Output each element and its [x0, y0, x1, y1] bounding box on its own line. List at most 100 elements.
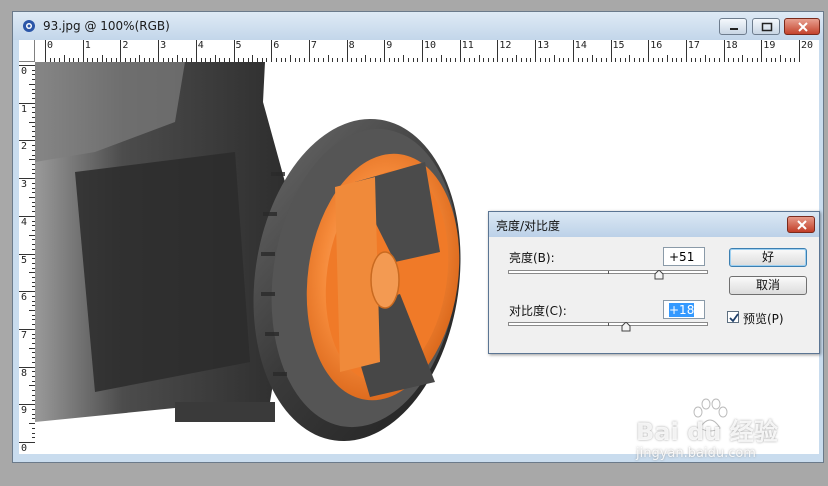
- ruler-label: 11: [461, 40, 474, 51]
- dialog-close-button[interactable]: [787, 216, 815, 233]
- ruler-tick: [346, 40, 348, 62]
- minimize-button[interactable]: [719, 18, 747, 35]
- ruler-label: 0: [21, 66, 28, 77]
- ruler-label: 18: [725, 40, 738, 51]
- ruler-label: 8: [348, 40, 355, 51]
- brightness-label: 亮度(B):: [509, 251, 555, 265]
- ruler-label: 10: [424, 40, 437, 51]
- brightness-slider-center-tick: [608, 271, 609, 274]
- ruler-tick: [723, 40, 725, 62]
- ruler-tick: [214, 55, 216, 62]
- ruler-tick: [195, 40, 197, 62]
- ruler-label: 2: [122, 40, 129, 51]
- dialog-titlebar[interactable]: 亮度/对比度: [489, 212, 819, 237]
- contrast-label: 对比度(C):: [509, 304, 567, 318]
- ruler-label: 0: [47, 40, 54, 51]
- ruler-tick: [139, 55, 141, 62]
- ruler-tick: [799, 40, 800, 62]
- ok-button[interactable]: 好: [729, 248, 807, 267]
- ruler-tick: [648, 40, 650, 62]
- ruler-tick: [290, 55, 292, 62]
- ruler-label: 15: [612, 40, 625, 51]
- ruler-label: 7: [21, 329, 28, 341]
- ruler-tick: [403, 55, 405, 62]
- ruler-label: 13: [537, 40, 550, 51]
- ruler-label: 4: [197, 40, 204, 51]
- ruler-tick: [308, 40, 310, 62]
- watermark-brand: Bai du 经验: [636, 418, 778, 446]
- ruler-label: 3: [21, 179, 28, 191]
- ruler-tick: [610, 40, 612, 62]
- vertical-ruler[interactable]: 0 1 2 3 4 5 6 7 8 9 0: [19, 62, 36, 454]
- ruler-tick: [535, 40, 537, 62]
- ruler-label: 14: [574, 40, 587, 51]
- ruler-tick: [158, 40, 160, 62]
- ruler-tick: [497, 40, 499, 62]
- contrast-input[interactable]: +18: [663, 300, 705, 319]
- close-icon: [798, 22, 808, 32]
- ruler-tick: [516, 55, 518, 62]
- ruler-label: 7: [310, 40, 317, 51]
- horizontal-ruler[interactable]: 0 1 2 3 4 5 6 7 8 9 10 11 12 13 14 15 16 17 18 19 20: [35, 40, 819, 63]
- ruler-label: 6: [273, 40, 280, 51]
- ruler-tick: [233, 40, 235, 62]
- ruler-label: 19: [763, 40, 776, 51]
- watermark-url: jingyan.baidu.com: [636, 446, 756, 461]
- ruler-label: 5: [21, 254, 28, 266]
- cancel-button[interactable]: 取消: [729, 276, 807, 295]
- document-title: 93.jpg @ 100%(RGB): [43, 19, 170, 33]
- ruler-label: 16: [650, 40, 663, 51]
- document-titlebar[interactable]: 93.jpg @ 100%(RGB): [13, 12, 823, 40]
- ruler-label: 3: [160, 40, 167, 51]
- ruler-label: 0: [21, 443, 28, 454]
- preview-checkbox[interactable]: [727, 311, 739, 323]
- ruler-tick: [553, 55, 555, 62]
- baidu-watermark: Bai du 经验 jingyan.baidu.com: [628, 398, 788, 468]
- brightness-contrast-dialog: 亮度/对比度 亮度(B): +51 对比度(C): +18 好 取消 预览(P): [488, 211, 820, 354]
- ruler-tick: [252, 55, 254, 62]
- ruler-tick: [101, 55, 103, 62]
- ruler-tick: [780, 55, 782, 62]
- ruler-tick: [629, 55, 631, 62]
- photoshop-doc-icon: [23, 20, 35, 32]
- ruler-label: 20: [801, 40, 814, 51]
- ruler-tick: [327, 55, 329, 62]
- ruler-tick: [572, 40, 574, 62]
- ruler-label: 6: [21, 292, 28, 304]
- ruler-tick: [761, 40, 763, 62]
- ruler-tick: [440, 55, 442, 62]
- ruler-tick: [384, 40, 386, 62]
- ruler-tick: [667, 55, 669, 62]
- ruler-label: 2: [21, 141, 28, 153]
- ruler-label: 9: [386, 40, 393, 51]
- maximize-icon: [761, 22, 773, 32]
- checkmark-icon: [729, 313, 739, 323]
- ruler-tick: [365, 55, 367, 62]
- dialog-title: 亮度/对比度: [496, 219, 561, 233]
- ruler-tick: [176, 55, 178, 62]
- ruler-tick: [271, 40, 273, 62]
- ruler-tick: [45, 40, 46, 62]
- ruler-corner[interactable]: [19, 40, 35, 62]
- minimize-icon: [730, 28, 738, 30]
- ruler-tick: [685, 40, 687, 62]
- ruler-label: 17: [687, 40, 700, 51]
- ruler-label: 4: [21, 216, 28, 228]
- ruler-label: 1: [21, 103, 28, 115]
- brightness-input[interactable]: +51: [663, 247, 705, 266]
- close-icon: [797, 220, 807, 230]
- ruler-tick: [120, 40, 122, 62]
- maximize-button[interactable]: [752, 18, 780, 35]
- contrast-slider-thumb[interactable]: [621, 322, 631, 332]
- close-button[interactable]: [784, 18, 820, 35]
- ruler-tick: [82, 40, 84, 62]
- ruler-label: 12: [499, 40, 512, 51]
- ruler-tick: [478, 55, 480, 62]
- ruler-tick: [63, 55, 65, 62]
- contrast-slider-center-tick: [608, 323, 609, 326]
- preview-label: 预览(P): [743, 312, 784, 326]
- ruler-tick: [742, 55, 744, 62]
- brightness-slider-thumb[interactable]: [654, 270, 664, 280]
- ruler-tick: [704, 55, 706, 62]
- ruler-tick: [422, 40, 423, 62]
